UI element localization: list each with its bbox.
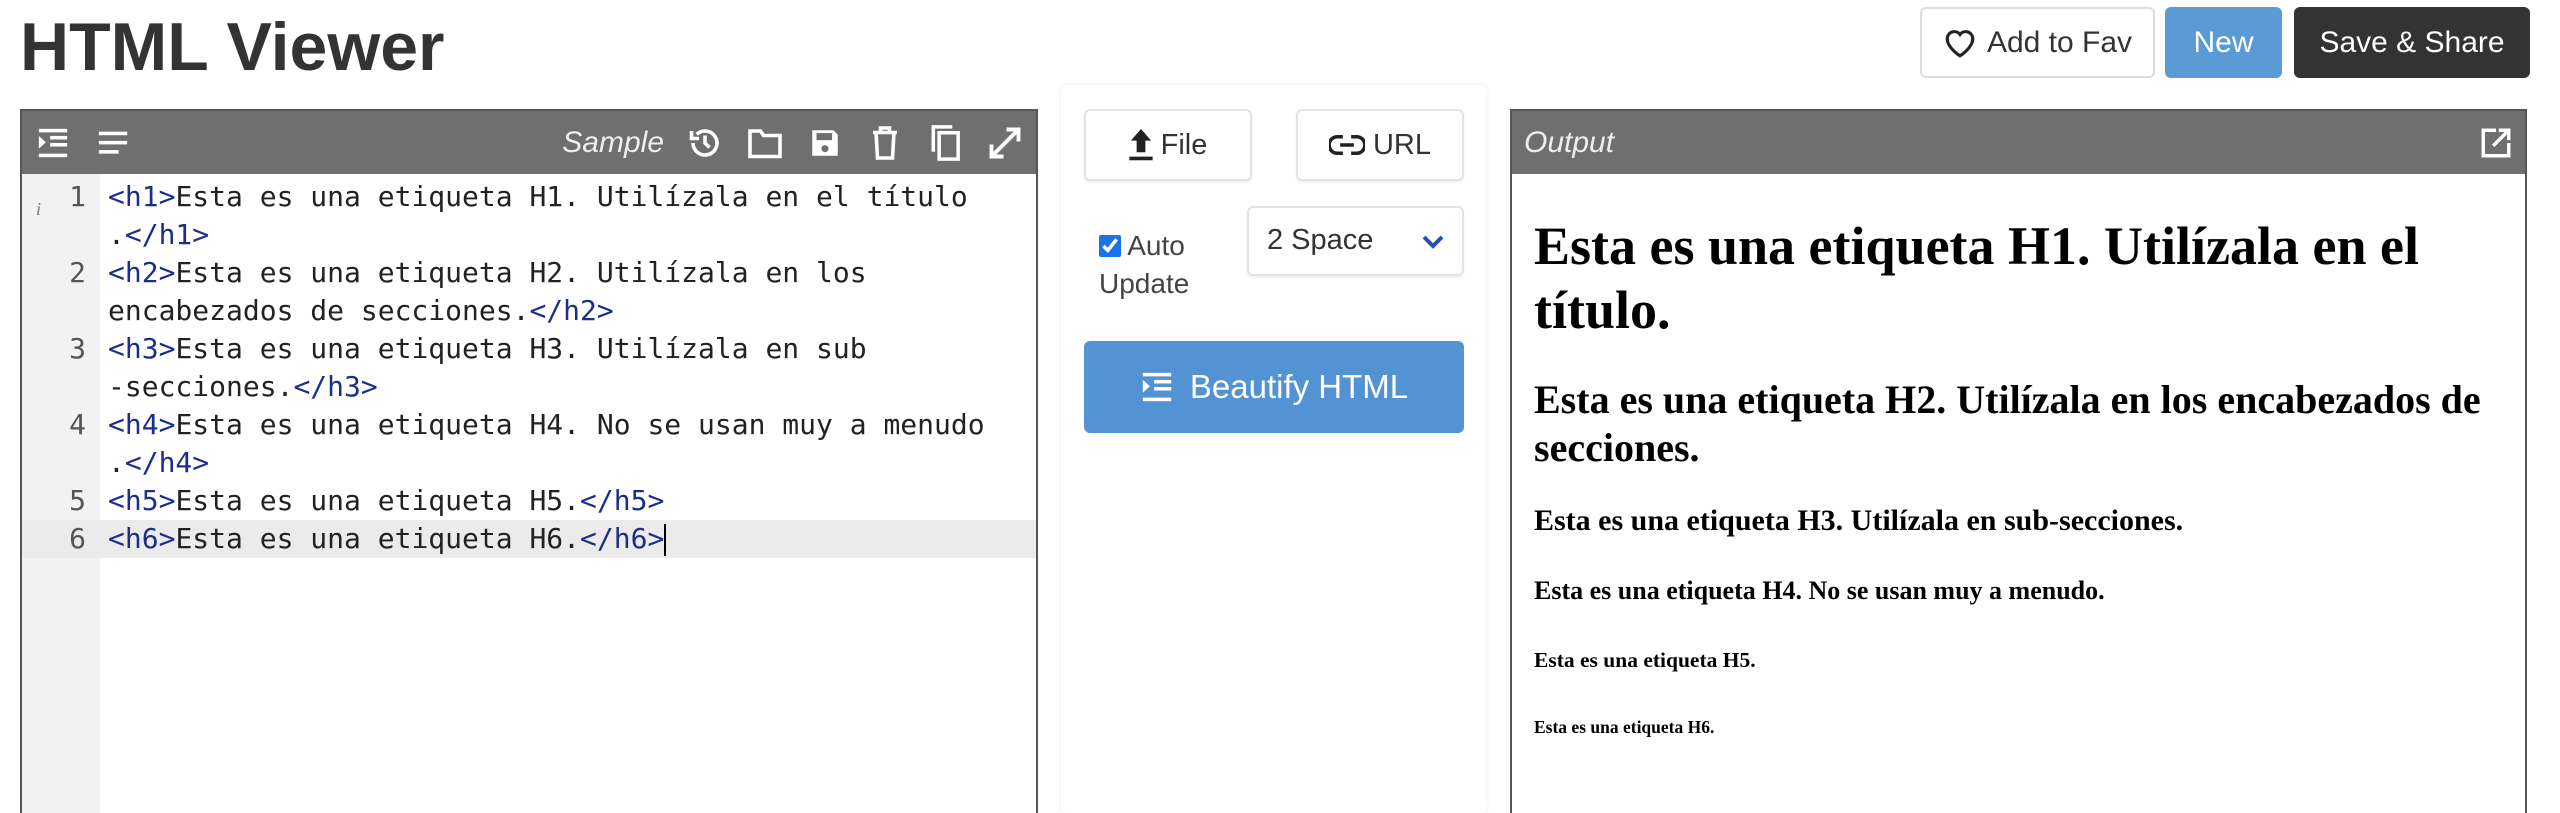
chevron-down-icon (1422, 235, 1444, 249)
indent-icon[interactable] (34, 124, 72, 162)
code-tag: <h2> (108, 256, 176, 289)
file-button[interactable]: File (1084, 109, 1252, 181)
history-icon[interactable] (686, 124, 724, 162)
code-text: encabezados de secciones.</h2> (22, 292, 614, 330)
beautify-button[interactable]: Beautify HTML (1084, 341, 1464, 433)
code-editor[interactable]: Sample 1 <h1>Esta es una etiqueta H1. Uti… (20, 109, 1038, 813)
output-h5: Esta es una etiqueta H5. (1534, 648, 1756, 672)
code-line[interactable]: -secciones.</h3> (22, 368, 1036, 406)
editor-toolbar: Sample (22, 111, 1036, 174)
code-line[interactable]: 2 <h2>Esta es una etiqueta H2. Utilízala … (22, 254, 1036, 292)
code-area[interactable]: 1 <h1>Esta es una etiqueta H1. Utilízala … (22, 174, 1036, 558)
code-line[interactable]: 6 <h6>Esta es una etiqueta H6.</h6> (22, 520, 1036, 558)
code-text: <h6>Esta es una etiqueta H6.</h6> (100, 520, 667, 558)
code-content: encabezados de secciones. (108, 294, 530, 327)
code-tag: </h6> (580, 522, 665, 555)
code-line[interactable]: 4 <h4>Esta es una etiqueta H4. No se usan… (22, 406, 1036, 444)
trash-icon[interactable] (866, 124, 904, 162)
align-justify-icon[interactable] (94, 124, 132, 162)
indent-value: 2 Space (1267, 224, 1374, 256)
line-number: 2 (69, 256, 86, 289)
add-to-fav-label: Add to Fav (1986, 25, 2133, 59)
code-line[interactable]: encabezados de secciones.</h2> (22, 292, 1036, 330)
line-number: 1 (69, 180, 86, 213)
line-number: 6 (69, 522, 86, 555)
folder-icon[interactable] (746, 124, 784, 162)
code-tag: <h3> (108, 332, 176, 365)
code-content: . (108, 218, 125, 251)
code-text: <h2>Esta es una etiqueta H2. Utilízala e… (100, 254, 867, 292)
indent-select[interactable]: 2 Space (1247, 206, 1464, 276)
code-tag: <h4> (108, 408, 176, 441)
output-h3: Esta es una etiqueta H3. Utilízala en su… (1534, 504, 2184, 537)
line-number: 5 (69, 484, 86, 517)
code-line[interactable]: 1 <h1>Esta es una etiqueta H1. Utilízala … (22, 178, 1036, 216)
code-tag: </h3> (293, 370, 378, 403)
info-icon[interactable]: i (36, 199, 41, 220)
file-label: File (1160, 128, 1208, 161)
link-icon (1328, 134, 1365, 156)
code-content: Esta es una etiqueta H2. Utilízala en lo… (175, 256, 867, 289)
page-title: HTML Viewer (20, 9, 445, 85)
code-line[interactable]: 5 <h5>Esta es una etiqueta H5.</h5> (22, 482, 1036, 520)
output-panel: Output Esta es una etiqueta H1. Utilízal… (1510, 109, 2527, 813)
indent-icon (1142, 372, 1172, 402)
code-content: Esta es una etiqueta H3. Utilízala en su… (175, 332, 867, 365)
beautify-label: Beautify HTML (1189, 368, 1409, 405)
heart-icon (1945, 29, 1975, 58)
output-h1: Esta es una etiqueta H1. Utilízala en el… (1534, 216, 2419, 340)
line-number: 4 (69, 408, 86, 441)
code-text: <h1>Esta es una etiqueta H1. Utilízala e… (100, 178, 968, 216)
code-text: <h5>Esta es una etiqueta H5.</h5> (100, 482, 664, 520)
line-number: 3 (69, 332, 86, 365)
code-tag: </h2> (529, 294, 614, 327)
code-content: Esta es una etiqueta H1. Utilízala en el… (175, 180, 968, 213)
code-line[interactable]: .</h4> (22, 444, 1036, 482)
code-text: <h4>Esta es una etiqueta H4. No se usan … (100, 406, 985, 444)
code-tag: <h6> (108, 522, 176, 555)
code-text: -secciones.</h3> (22, 368, 378, 406)
save-share-button[interactable]: Save & Share (2294, 7, 2530, 78)
new-button[interactable]: New (2165, 7, 2282, 78)
code-line[interactable]: .</h1> (22, 216, 1036, 254)
sample-button[interactable]: Sample (562, 126, 664, 160)
code-tag: </h5> (580, 484, 665, 517)
add-to-fav-button[interactable]: Add to Fav (1920, 7, 2155, 78)
output-content: Esta es una etiqueta H1. Utilízala en el… (1512, 214, 2525, 738)
auto-update-checkbox[interactable] (1099, 235, 1121, 257)
code-content: . (108, 446, 125, 479)
code-content: Esta es una etiqueta H4. No se usan muy … (175, 408, 985, 441)
expand-icon[interactable] (986, 124, 1024, 162)
code-content: Esta es una etiqueta H5. (175, 484, 581, 517)
code-tag: <h1> (108, 180, 176, 213)
auto-update-toggle[interactable]: Auto Update (1099, 227, 1209, 303)
url-label: URL (1372, 128, 1431, 161)
code-content: Esta es una etiqueta H6. (175, 522, 581, 555)
save-icon[interactable] (806, 124, 844, 162)
code-text: <h3>Esta es una etiqueta H3. Utilízala e… (100, 330, 867, 368)
code-tag: </h4> (124, 446, 210, 479)
code-content: -secciones. (108, 370, 294, 403)
text-cursor (664, 524, 667, 556)
code-tag: <h5> (108, 484, 176, 517)
output-header: Output (1512, 111, 2525, 174)
code-text: .</h1> (22, 216, 209, 254)
code-line[interactable]: 3 <h3>Esta es una etiqueta H3. Utilízala … (22, 330, 1036, 368)
external-link-icon[interactable] (2479, 126, 2513, 160)
output-h4: Esta es una etiqueta H4. No se usan muy … (1534, 576, 2105, 605)
copy-icon[interactable] (926, 124, 964, 162)
url-button[interactable]: URL (1296, 109, 1464, 181)
control-panel: File URL Auto Update 2 Space Beautify HT… (1061, 85, 1486, 813)
output-title: Output (1524, 125, 1615, 159)
upload-icon (1128, 129, 1153, 161)
code-text: .</h4> (22, 444, 209, 482)
output-h2: Esta es una etiqueta H2. Utilízala en lo… (1534, 377, 2481, 470)
code-tag: </h1> (124, 218, 210, 251)
output-h6: Esta es una etiqueta H6. (1534, 717, 1715, 737)
